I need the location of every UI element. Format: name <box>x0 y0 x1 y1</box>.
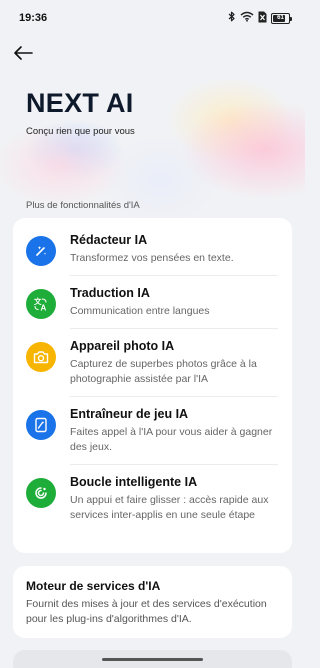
feature-description: Un appui et faire glisser : accès rapide… <box>70 494 269 521</box>
feature-title: Traduction IA <box>70 286 150 300</box>
engine-title: Moteur de services d'IA <box>26 579 161 593</box>
home-indicator[interactable] <box>102 658 203 661</box>
pen-sparkle-icon <box>26 236 56 266</box>
battery-icon: 61 <box>271 12 292 24</box>
wifi-icon <box>240 11 254 25</box>
feature-title: Entraîneur de jeu IA <box>70 407 189 421</box>
feature-item-boucle-intelligente[interactable]: Boucle intelligente IA Un appui et faire… <box>13 464 292 532</box>
game-coach-icon <box>26 410 56 440</box>
smart-loop-icon <box>26 478 56 508</box>
feature-item-entraineur-jeu[interactable]: Entraîneur de jeu IA Faites appel à l'IA… <box>13 396 292 464</box>
feature-title: Rédacteur IA <box>70 233 148 247</box>
engine-description: Fournit des mises à jour et des services… <box>26 598 267 625</box>
section-label: Plus de fonctionnalités d'IA <box>26 200 140 211</box>
status-bar: 19:36 61 <box>0 0 305 36</box>
feature-item-traduction[interactable]: 文A Traduction IA Communication entre lan… <box>13 275 292 328</box>
feature-description: Capturez de superbes photos grâce à la p… <box>70 358 257 385</box>
feature-title: Boucle intelligente IA <box>70 475 198 489</box>
features-card: Rédacteur IA Transformez vos pensées en … <box>13 218 292 553</box>
bluetooth-icon <box>227 11 236 25</box>
page-title: NEXT AI <box>26 88 134 118</box>
feature-item-redacteur[interactable]: Rédacteur IA Transformez vos pensées en … <box>13 222 292 275</box>
translate-icon: 文A <box>26 289 56 319</box>
feature-item-appareil-photo[interactable]: Appareil photo IA Capturez de superbes p… <box>13 328 292 396</box>
feature-description: Faites appel à l'IA pour vous aider à ga… <box>70 426 273 453</box>
page-subtitle: Conçu rien que pour vous <box>26 126 135 137</box>
back-button[interactable] <box>10 42 36 68</box>
feature-description: Communication entre langues <box>70 305 210 317</box>
no-sim-icon <box>258 11 267 26</box>
feature-title: Appareil photo IA <box>70 339 175 353</box>
svg-text:A: A <box>41 304 47 313</box>
feature-description: Transformez vos pensées en texte. <box>70 252 234 264</box>
battery-level: 61 <box>277 14 284 21</box>
status-time: 19:36 <box>19 12 48 24</box>
ai-services-engine-card[interactable]: Moteur de services d'IA Fournit des mise… <box>13 566 292 638</box>
camera-icon <box>26 342 56 372</box>
arrow-left-icon <box>13 45 33 65</box>
status-icons: 61 <box>227 11 292 26</box>
